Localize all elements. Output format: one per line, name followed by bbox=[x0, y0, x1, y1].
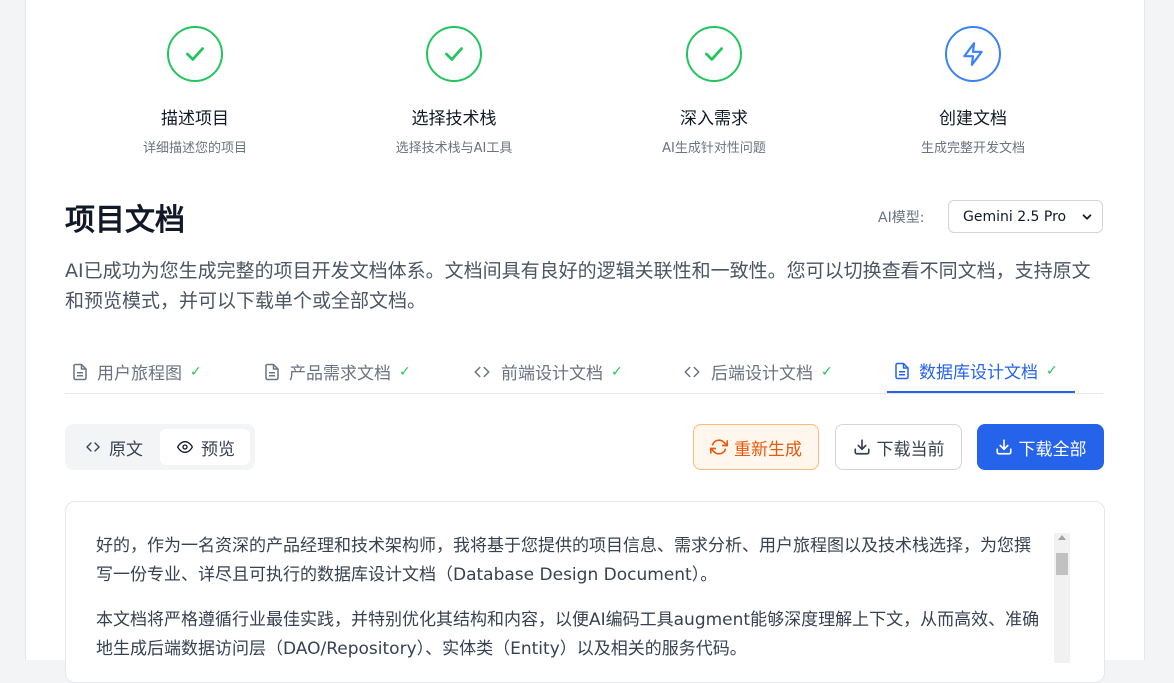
code-icon bbox=[471, 363, 493, 381]
step-title: 深入需求 bbox=[680, 109, 748, 129]
step-subtitle: 详细描述您的项目 bbox=[142, 141, 247, 156]
step-status-circle bbox=[426, 26, 482, 82]
tab-label: 后端设计文档 bbox=[711, 364, 813, 384]
step-subtitle: 选择技术栈与AI工具 bbox=[395, 141, 513, 156]
check-icon bbox=[705, 47, 723, 61]
download-all-button[interactable]: 下载全部 bbox=[977, 424, 1104, 470]
refresh-icon bbox=[710, 438, 728, 456]
scrollbar-thumb[interactable] bbox=[1056, 553, 1068, 575]
tab-label: 产品需求文档 bbox=[289, 364, 391, 384]
lightning-icon bbox=[963, 42, 983, 66]
tab-label: 用户旅程图 bbox=[97, 364, 182, 384]
raw-view-label: 原文 bbox=[109, 439, 143, 460]
document-paragraph: 本文档将严格遵循行业最佳实践，并特别优化其结构和内容，以便AI编码工具augme… bbox=[96, 610, 1040, 659]
document-paragraph: 好的，作为一名资深的产品经理和技术架构师，我将基于您提供的项目信息、需求分析、用… bbox=[96, 536, 1031, 585]
check-icon: ✓ bbox=[821, 363, 833, 380]
step-status-circle bbox=[167, 26, 223, 82]
download-icon bbox=[995, 438, 1013, 456]
file-text-icon bbox=[71, 362, 89, 382]
check-icon bbox=[186, 47, 204, 61]
code-icon bbox=[681, 363, 703, 381]
model-select[interactable]: Gemini 2.5 Pro bbox=[948, 200, 1103, 233]
step-status-circle bbox=[945, 26, 1001, 82]
regenerate-label: 重新生成 bbox=[734, 439, 802, 460]
download-current-button[interactable]: 下载当前 bbox=[835, 424, 962, 470]
check-icon bbox=[445, 47, 463, 61]
step-title: 描述项目 bbox=[161, 109, 229, 129]
preview-view-button[interactable]: 预览 bbox=[160, 429, 250, 465]
doc-tabs: 用户旅程图 ✓ 产品需求文档 ✓ 前端设计文档 ✓ 后端设计文档 ✓ 数据库设计… bbox=[65, 350, 1103, 394]
progress-steps: 描述项目 详细描述您的项目 选择技术栈 选择技术栈与AI工具 深入需求 AI生成… bbox=[26, 26, 1144, 166]
check-icon: ✓ bbox=[611, 363, 623, 380]
page-title: 项目文档 bbox=[65, 203, 185, 238]
preview-view-label: 预览 bbox=[201, 439, 235, 460]
tab-product-requirements[interactable]: 产品需求文档 ✓ bbox=[263, 350, 411, 393]
tab-label: 前端设计文档 bbox=[501, 364, 603, 384]
model-label: AI模型: bbox=[878, 210, 925, 226]
step-title: 创建文档 bbox=[939, 109, 1007, 129]
check-icon: ✓ bbox=[190, 363, 202, 380]
step-create-docs: 创建文档 生成完整开发文档 bbox=[863, 26, 1083, 156]
check-icon: ✓ bbox=[1046, 362, 1058, 379]
model-select-value: Gemini 2.5 Pro bbox=[963, 208, 1067, 225]
view-mode-toggle: 原文 预览 bbox=[65, 424, 255, 470]
step-deep-requirements: 深入需求 AI生成针对性问题 bbox=[604, 26, 824, 156]
step-title: 选择技术栈 bbox=[411, 109, 497, 129]
step-describe-project: 描述项目 详细描述您的项目 bbox=[85, 26, 305, 156]
check-icon: ✓ bbox=[399, 363, 411, 380]
download-current-label: 下载当前 bbox=[876, 439, 945, 460]
step-select-stack: 选择技术栈 选择技术栈与AI工具 bbox=[344, 26, 564, 156]
main-card: 描述项目 详细描述您的项目 选择技术栈 选择技术栈与AI工具 深入需求 AI生成… bbox=[25, 0, 1145, 683]
page-description: AI已成功为您生成完整的项目开发文档体系。文档间具有良好的逻辑关联性和一致性。您… bbox=[65, 260, 1091, 312]
eye-icon bbox=[175, 439, 195, 455]
chevron-down-icon bbox=[1082, 213, 1092, 220]
scroll-up-arrow-icon[interactable] bbox=[1058, 535, 1066, 540]
download-all-label: 下载全部 bbox=[1018, 439, 1087, 460]
step-subtitle: AI生成针对性问题 bbox=[662, 141, 766, 156]
regenerate-button[interactable]: 重新生成 bbox=[693, 424, 819, 470]
tab-backend-design[interactable]: 后端设计文档 ✓ bbox=[681, 350, 833, 393]
scrollbar[interactable] bbox=[1054, 533, 1070, 663]
tab-database-design[interactable]: 数据库设计文档 ✓ bbox=[887, 350, 1075, 393]
tab-frontend-design[interactable]: 前端设计文档 ✓ bbox=[471, 350, 623, 393]
file-text-icon bbox=[263, 362, 281, 382]
tab-label: 数据库设计文档 bbox=[919, 363, 1038, 383]
step-status-circle bbox=[686, 26, 742, 82]
tab-user-journey[interactable]: 用户旅程图 ✓ bbox=[71, 350, 202, 393]
download-icon bbox=[853, 438, 871, 456]
file-text-icon bbox=[893, 361, 911, 381]
code-icon bbox=[83, 439, 103, 455]
raw-view-button[interactable]: 原文 bbox=[77, 429, 149, 465]
document-preview[interactable]: 好的，作为一名资深的产品经理和技术架构师，我将基于您提供的项目信息、需求分析、用… bbox=[65, 501, 1105, 683]
step-subtitle: 生成完整开发文档 bbox=[920, 141, 1025, 156]
